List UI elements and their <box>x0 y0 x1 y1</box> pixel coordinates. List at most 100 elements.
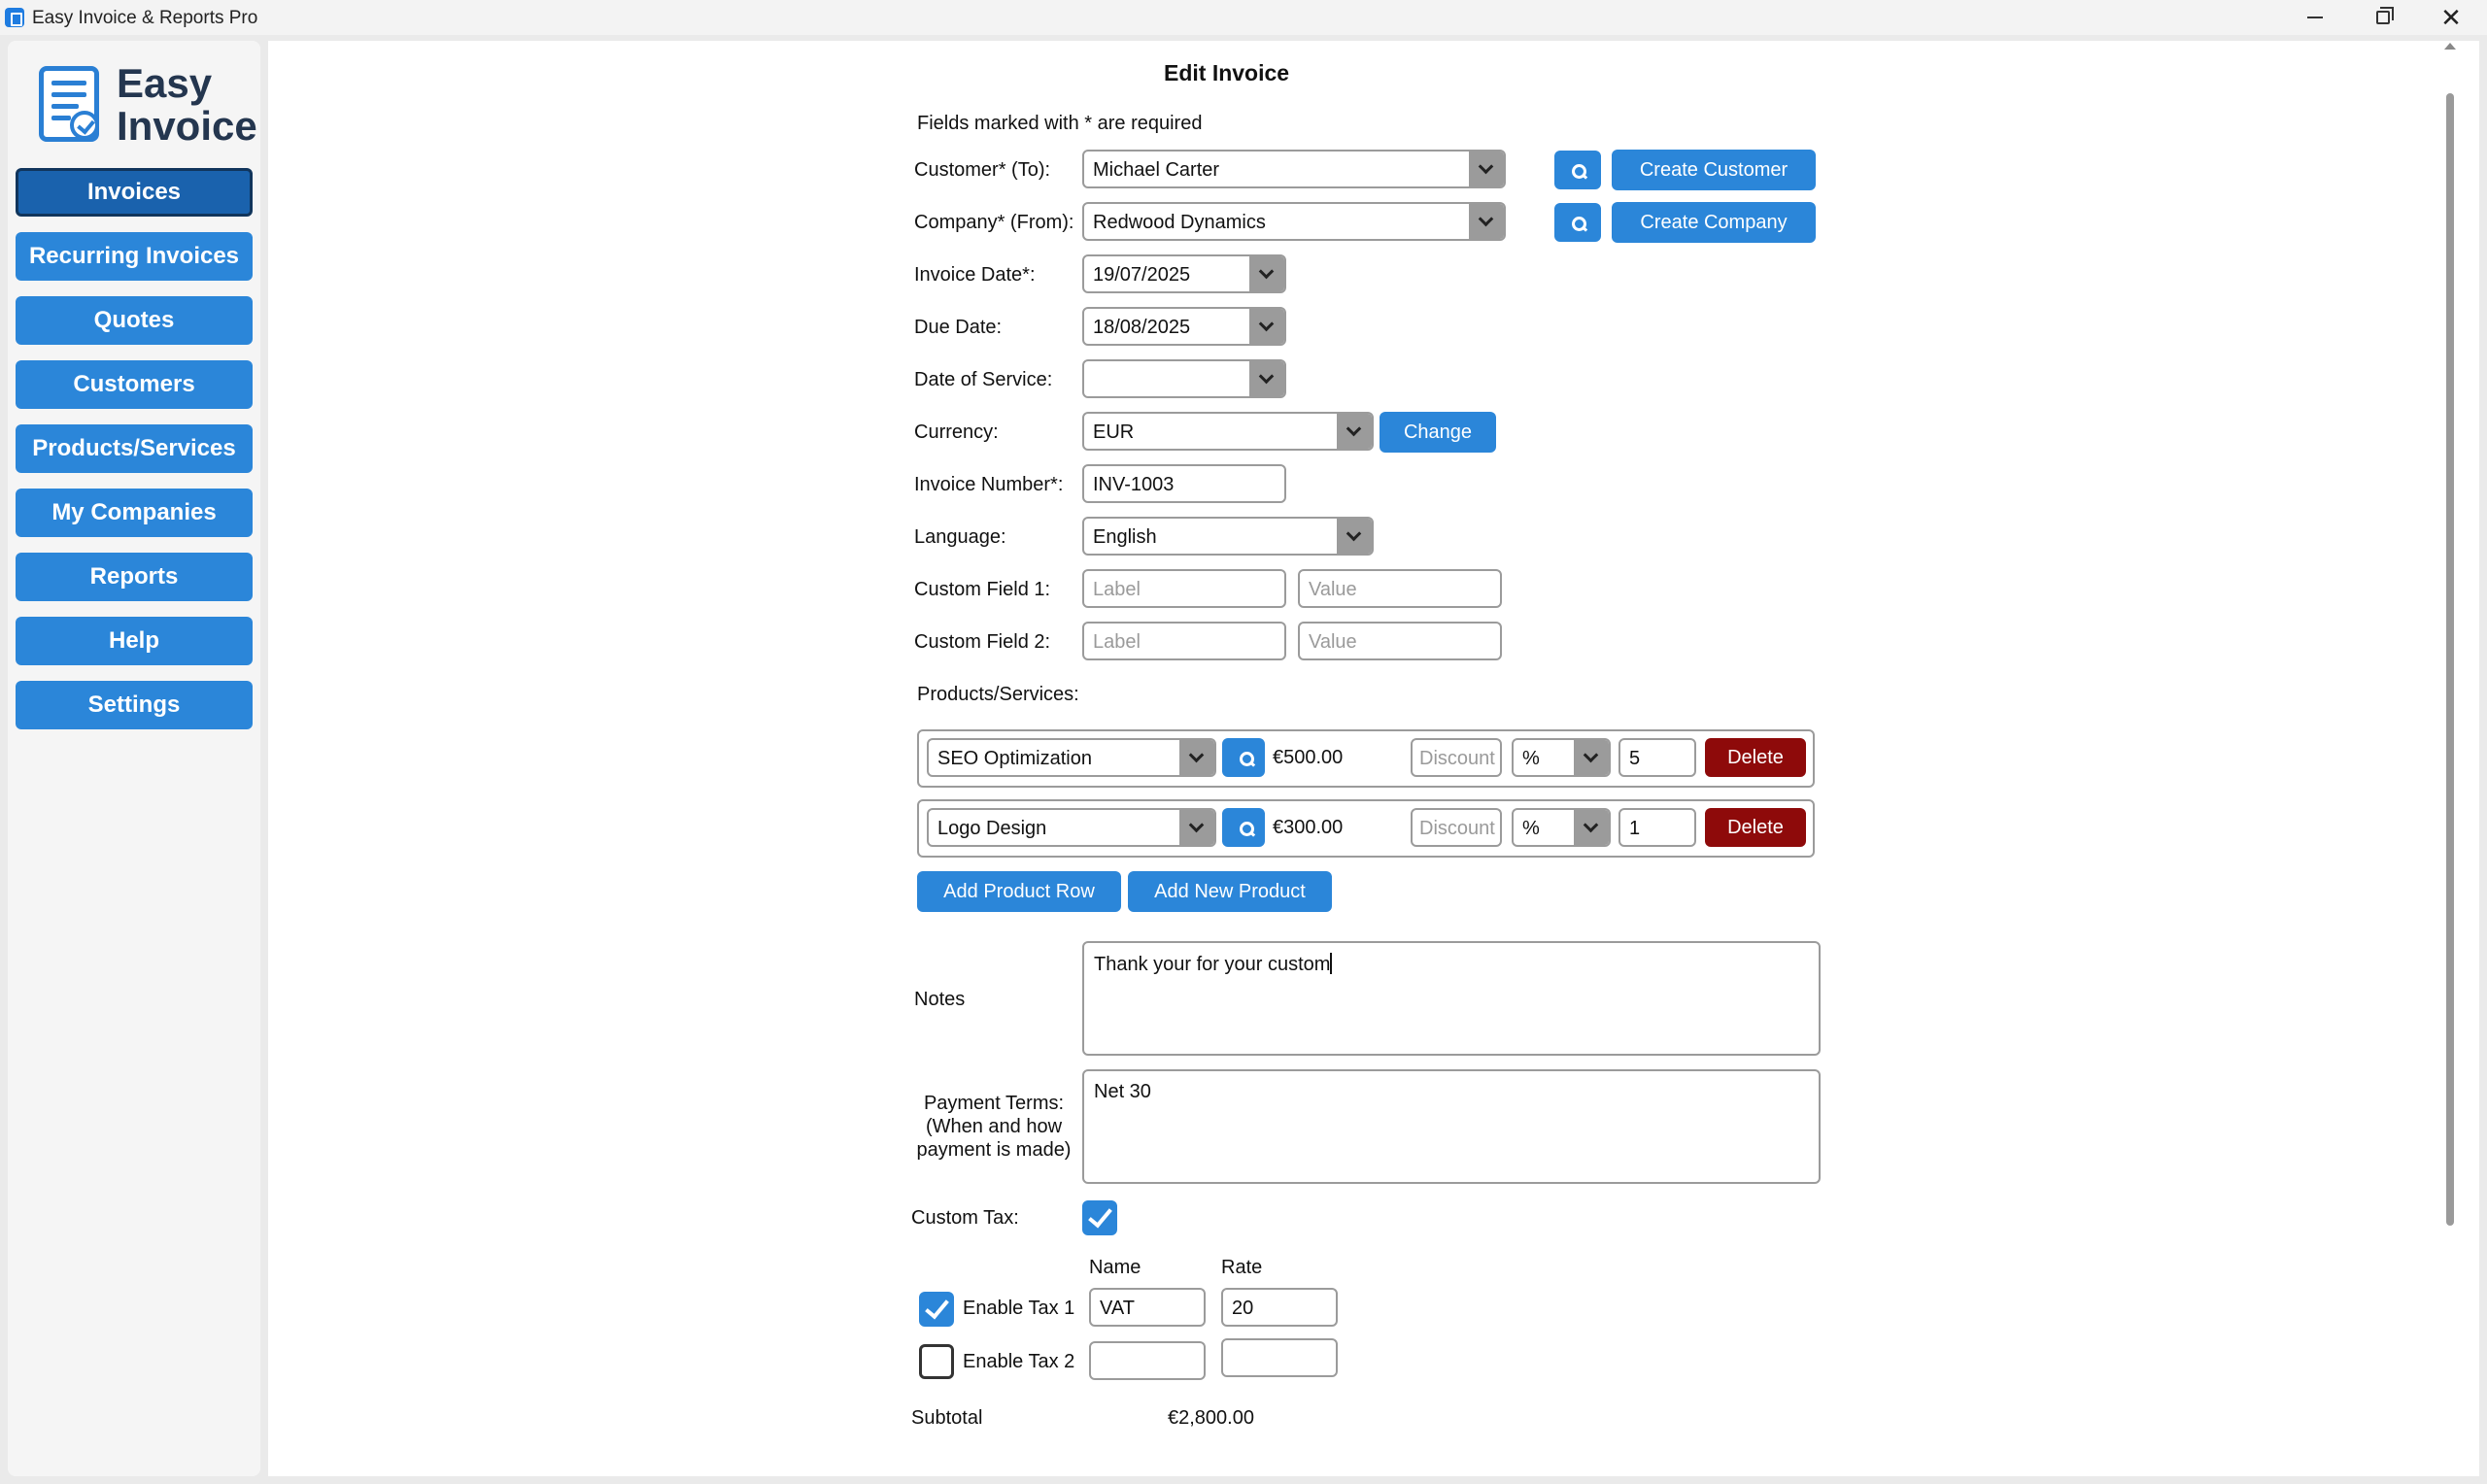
chevron-down-icon <box>1179 740 1214 775</box>
enable-tax-2-checkbox[interactable] <box>919 1344 954 1379</box>
notes-label: Notes <box>914 989 966 1010</box>
nav-settings[interactable]: Settings <box>16 681 253 729</box>
maximize-icon <box>2376 7 2394 24</box>
currency-value: EUR <box>1093 422 1135 443</box>
customer-value: Michael Carter <box>1093 159 1220 181</box>
enable-tax-1-checkbox[interactable] <box>919 1292 954 1327</box>
chevron-down-icon <box>1574 810 1609 845</box>
custom-field-1-value-placeholder: Value <box>1309 579 1357 600</box>
tax-2-rate-input[interactable] <box>1221 1338 1338 1377</box>
minimize-button[interactable] <box>2281 0 2349 35</box>
custom-field-2-label: Custom Field 2: <box>914 631 1051 653</box>
add-product-row-button[interactable]: Add Product Row <box>917 871 1121 912</box>
due-date-picker[interactable]: 18/08/2025 <box>1082 307 1286 346</box>
chevron-down-icon <box>1337 414 1372 449</box>
subtotal-value: €2,800.00 <box>1168 1407 1254 1429</box>
chevron-down-icon <box>1249 361 1284 396</box>
nav-reports[interactable]: Reports <box>16 553 253 601</box>
custom-field-1-label-input[interactable]: Label <box>1082 569 1286 608</box>
custom-field-2-label-input[interactable]: Label <box>1082 622 1286 660</box>
currency-select[interactable]: EUR <box>1082 412 1374 451</box>
scrollbar-thumb[interactable] <box>2446 93 2454 1226</box>
tax-2-name-input[interactable] <box>1089 1341 1206 1380</box>
nav-help[interactable]: Help <box>16 617 253 665</box>
app-logo: Easy Invoice <box>31 60 264 148</box>
due-date-label: Due Date: <box>914 317 1003 338</box>
app-icon <box>5 8 24 27</box>
quantity-input[interactable]: 5 <box>1618 738 1696 777</box>
tax-rate-header: Rate <box>1221 1257 1263 1278</box>
change-currency-button[interactable]: Change <box>1380 412 1496 453</box>
title-bar: Easy Invoice & Reports Pro ✕ <box>0 0 2487 35</box>
chevron-down-icon <box>1469 152 1504 186</box>
language-label: Language: <box>914 526 1006 548</box>
enable-tax-1-label: Enable Tax 1 <box>963 1298 1075 1319</box>
notes-textarea[interactable]: Thank your for your custom <box>1082 941 1821 1056</box>
add-new-product-button[interactable]: Add New Product <box>1128 871 1332 912</box>
nav-customers[interactable]: Customers <box>16 360 253 409</box>
currency-label: Currency: <box>914 422 999 443</box>
chevron-down-icon <box>1469 204 1504 239</box>
nav-recurring-invoices[interactable]: Recurring Invoices <box>16 232 253 281</box>
product-select[interactable]: Logo Design <box>927 808 1216 847</box>
quantity-value: 5 <box>1629 748 1641 769</box>
delete-product-button[interactable]: Delete <box>1705 808 1806 847</box>
text-caret <box>1330 953 1333 974</box>
scroll-up-arrow-icon[interactable] <box>2444 43 2456 50</box>
company-search-button[interactable] <box>1554 203 1601 242</box>
tax-1-name-value: VAT <box>1100 1298 1135 1319</box>
company-select[interactable]: Redwood Dynamics <box>1082 202 1506 241</box>
invoice-number-input[interactable]: INV-1003 <box>1082 464 1286 503</box>
chevron-down-icon <box>1337 519 1372 554</box>
product-select[interactable]: SEO Optimization <box>927 738 1216 777</box>
invoice-date-value: 19/07/2025 <box>1093 264 1191 286</box>
discount-type-select[interactable]: % <box>1512 738 1611 777</box>
product-price: €500.00 <box>1273 747 1344 768</box>
nav-products-services[interactable]: Products/Services <box>16 424 253 473</box>
invoice-number-value: INV-1003 <box>1093 474 1175 495</box>
invoice-date-picker[interactable]: 19/07/2025 <box>1082 254 1286 293</box>
customer-select[interactable]: Michael Carter <box>1082 150 1506 188</box>
nav-quotes[interactable]: Quotes <box>16 296 253 345</box>
chevron-down-icon <box>1249 309 1284 344</box>
tax-1-rate-input[interactable]: 20 <box>1221 1288 1338 1327</box>
nav-invoices[interactable]: Invoices <box>16 168 253 217</box>
product-price: €300.00 <box>1273 817 1344 838</box>
payment-terms-label: Payment Terms: (When and how payment is … <box>916 1093 1072 1161</box>
product-name: Logo Design <box>937 818 1047 839</box>
create-company-button[interactable]: Create Company <box>1612 202 1816 243</box>
tax-1-name-input[interactable]: VAT <box>1089 1288 1206 1327</box>
date-of-service-picker[interactable] <box>1082 359 1286 398</box>
chevron-down-icon <box>1574 740 1609 775</box>
custom-field-2-value-input[interactable]: Value <box>1298 622 1502 660</box>
custom-field-1-label: Custom Field 1: <box>914 579 1051 600</box>
custom-field-1-value-input[interactable]: Value <box>1298 569 1502 608</box>
invoice-number-label: Invoice Number*: <box>914 474 1064 495</box>
discount-type-value: % <box>1522 748 1540 769</box>
close-icon: ✕ <box>2440 2 2462 32</box>
chevron-down-icon <box>1179 810 1214 845</box>
custom-field-2-value-placeholder: Value <box>1309 631 1357 653</box>
date-of-service-label: Date of Service: <box>914 369 1053 390</box>
custom-field-2-label-placeholder: Label <box>1093 631 1141 653</box>
discount-input[interactable]: Discount <box>1411 808 1502 847</box>
product-search-button[interactable] <box>1222 738 1265 777</box>
window-title: Easy Invoice & Reports Pro <box>32 8 258 28</box>
language-select[interactable]: English <box>1082 517 1374 556</box>
custom-tax-checkbox[interactable] <box>1082 1200 1117 1235</box>
create-customer-button[interactable]: Create Customer <box>1612 150 1816 190</box>
customer-label: Customer* (To): <box>914 159 1051 181</box>
custom-tax-label: Custom Tax: <box>911 1207 1019 1229</box>
chevron-down-icon <box>1249 256 1284 291</box>
payment-terms-textarea[interactable]: Net 30 <box>1082 1069 1821 1184</box>
delete-product-button[interactable]: Delete <box>1705 738 1806 777</box>
quantity-input[interactable]: 1 <box>1618 808 1696 847</box>
close-button[interactable]: ✕ <box>2417 0 2485 35</box>
nav-my-companies[interactable]: My Companies <box>16 489 253 537</box>
discount-input[interactable]: Discount <box>1411 738 1502 777</box>
discount-type-select[interactable]: % <box>1512 808 1611 847</box>
minimize-icon <box>2307 17 2323 18</box>
customer-search-button[interactable] <box>1554 151 1601 189</box>
product-search-button[interactable] <box>1222 808 1265 847</box>
maximize-button[interactable] <box>2349 0 2417 35</box>
